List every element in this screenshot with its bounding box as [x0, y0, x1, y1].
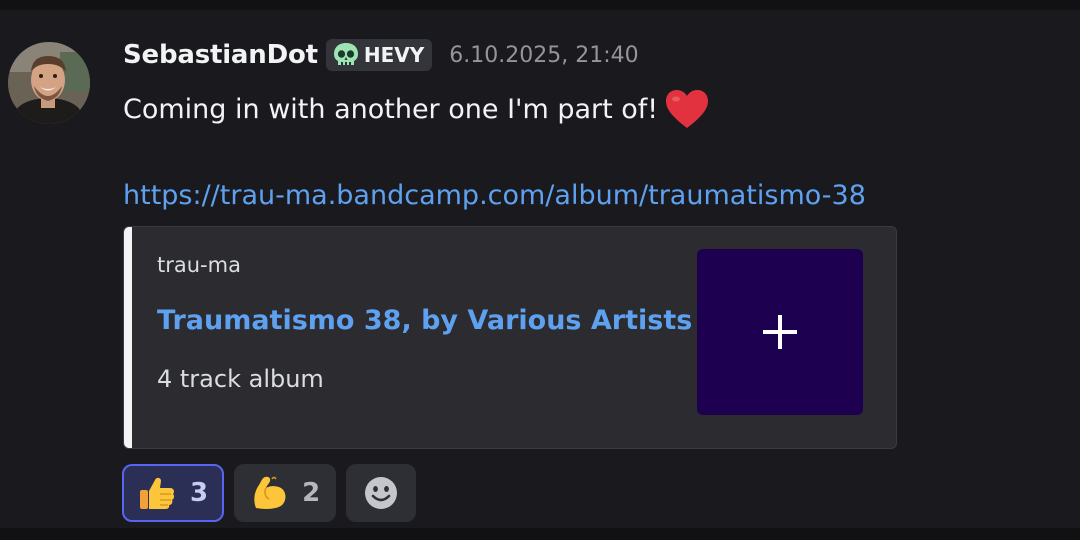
link-embed: trau-ma Traumatismo 38, by Various Artis…: [123, 226, 897, 449]
avatar-photo: [8, 42, 90, 124]
reaction-bar: 3 2: [122, 462, 417, 524]
chat-message: SebastianDot HEVY 6.10.2025, 21:40 Comin…: [0, 10, 1080, 528]
embed-title-link[interactable]: Traumatismo 38, by Various Artists: [157, 305, 692, 336]
message-link[interactable]: https://trau-ma.bandcamp.com/album/traum…: [123, 180, 866, 211]
embed-accent-bar: [124, 227, 132, 448]
avatar[interactable]: [8, 42, 90, 124]
bottom-divider: [0, 528, 1080, 540]
plus-icon: [763, 315, 797, 349]
reaction-count: 3: [190, 478, 209, 508]
top-divider: [0, 0, 1080, 10]
heart-icon[interactable]: [664, 88, 710, 130]
add-reaction-button[interactable]: [346, 464, 417, 522]
embed-description: 4 track album: [157, 365, 324, 393]
message-text: Coming in with another one I'm part of!: [123, 93, 659, 125]
reaction-thumbs-up[interactable]: 3: [122, 464, 225, 522]
message-header: SebastianDot HEVY 6.10.2025, 21:40: [123, 36, 639, 74]
reaction-flexed-biceps[interactable]: 2: [234, 464, 337, 522]
smiley-icon: [365, 477, 398, 509]
embed-provider[interactable]: trau-ma: [157, 253, 241, 277]
server-tag[interactable]: HEVY: [325, 39, 433, 71]
server-tag-label: HEVY: [363, 43, 425, 67]
embed-thumbnail[interactable]: [697, 249, 863, 415]
reaction-count: 2: [302, 478, 321, 508]
timestamp[interactable]: 6.10.2025, 21:40: [449, 43, 638, 68]
message-content: Coming in with another one I'm part of!: [123, 88, 710, 130]
flexed-biceps-icon: [250, 474, 288, 512]
username[interactable]: SebastianDot: [123, 40, 318, 70]
thumbs-up-icon: [138, 474, 176, 512]
skull-icon: [332, 42, 360, 68]
